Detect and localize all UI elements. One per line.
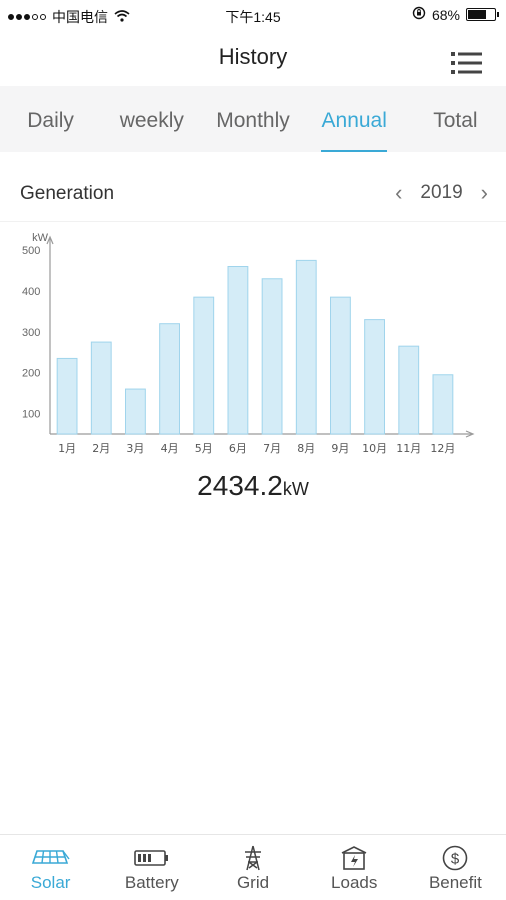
svg-text:$: $ bbox=[451, 851, 460, 868]
dollar-icon: $ bbox=[435, 845, 475, 871]
bar bbox=[398, 345, 420, 435]
bar bbox=[125, 388, 146, 435]
nav-battery[interactable]: Battery bbox=[101, 835, 202, 900]
page-title: History bbox=[218, 44, 288, 69]
nav-battery-label: Battery bbox=[124, 873, 179, 892]
nav-benefit[interactable]: $ Benefit bbox=[405, 835, 506, 900]
bar bbox=[227, 266, 249, 435]
list-icon bbox=[451, 52, 482, 74]
generation-header: Generation ‹ 2019 › bbox=[0, 166, 506, 222]
nav-loads[interactable]: Loads bbox=[304, 835, 405, 900]
battery-status-icon bbox=[466, 8, 499, 21]
battery-percent: 68% bbox=[431, 6, 460, 23]
x-tick-label: 10月 bbox=[362, 442, 387, 455]
chevron-right-icon[interactable]: › bbox=[481, 180, 488, 206]
solar-panel-icon bbox=[31, 845, 71, 871]
bar bbox=[159, 323, 180, 435]
generation-chart: kW 100 200 300 400 500 1月 2月 3月 4月 5月 6月 7月 8月 9月 10月 11… bbox=[14, 228, 484, 468]
nav-solar-label: Solar bbox=[30, 873, 71, 892]
nav-benefit-label: Benefit bbox=[428, 873, 482, 892]
bar bbox=[56, 357, 78, 435]
x-tick-label: 11月 bbox=[396, 442, 421, 455]
y-axis-unit: kW bbox=[32, 232, 49, 244]
bar bbox=[193, 296, 215, 435]
history-screen: 中国电信 下午1:45 68% History Daily weekly Mon… bbox=[0, 0, 506, 900]
rotation-lock-icon bbox=[412, 6, 426, 23]
battery-icon bbox=[132, 845, 172, 871]
year-value: 2019 bbox=[420, 182, 463, 203]
x-tick-label: 12月 bbox=[430, 442, 455, 455]
total-generation: 2434.2kW bbox=[0, 470, 506, 502]
tab-monthly[interactable]: Monthly bbox=[202, 86, 303, 152]
nav-grid[interactable]: Grid bbox=[202, 835, 303, 900]
tab-annual[interactable]: Annual bbox=[304, 86, 405, 152]
nav-grid-label: Grid bbox=[236, 873, 270, 892]
header: History bbox=[0, 30, 506, 86]
chevron-left-icon[interactable]: ‹ bbox=[395, 180, 402, 206]
list-menu-button[interactable] bbox=[450, 50, 484, 76]
x-tick-label: 9月 bbox=[331, 442, 349, 455]
x-tick-label: 1月 bbox=[58, 442, 76, 455]
x-tick-label: 7月 bbox=[263, 442, 281, 455]
bar bbox=[330, 296, 351, 435]
loads-icon bbox=[334, 845, 374, 871]
y-tick-label: 300 bbox=[22, 327, 40, 339]
year-picker: ‹ 2019 › bbox=[395, 180, 488, 206]
tab-total[interactable]: Total bbox=[405, 86, 506, 152]
y-tick-label: 100 bbox=[22, 409, 40, 421]
bar bbox=[90, 341, 112, 435]
y-tick-label: 500 bbox=[22, 245, 40, 257]
bottom-nav: Solar Battery Grid Loads $ Benefit bbox=[0, 834, 506, 900]
generation-label: Generation bbox=[20, 183, 115, 204]
bar bbox=[432, 374, 454, 435]
status-bar: 中国电信 下午1:45 68% bbox=[0, 0, 506, 30]
x-tick-label: 5月 bbox=[195, 442, 213, 455]
bar bbox=[261, 278, 283, 435]
x-tick-label: 2月 bbox=[92, 442, 110, 455]
x-tick-label: 8月 bbox=[297, 442, 315, 455]
x-tick-label: 3月 bbox=[126, 442, 144, 455]
period-tabs: Daily weekly Monthly Annual Total bbox=[0, 86, 506, 152]
bar-chart-svg: kW 100 200 300 400 500 1月 2月 3月 4月 5月 6月 7月 8月 9月 10月 11… bbox=[22, 232, 475, 455]
x-tick-label: 4月 bbox=[161, 442, 179, 455]
bar bbox=[364, 319, 385, 435]
power-tower-icon bbox=[233, 845, 273, 871]
nav-solar[interactable]: Solar bbox=[0, 835, 101, 900]
total-value: 2434.2 bbox=[197, 470, 283, 501]
status-right: 68% bbox=[412, 6, 499, 23]
total-unit: kW bbox=[282, 479, 309, 499]
bar bbox=[295, 259, 317, 435]
y-tick-label: 400 bbox=[22, 286, 40, 298]
x-tick-label: 6月 bbox=[229, 442, 247, 455]
tab-daily[interactable]: Daily bbox=[0, 86, 101, 152]
nav-loads-label: Loads bbox=[331, 873, 378, 892]
y-tick-label: 200 bbox=[22, 368, 40, 380]
tab-weekly[interactable]: weekly bbox=[101, 86, 202, 152]
